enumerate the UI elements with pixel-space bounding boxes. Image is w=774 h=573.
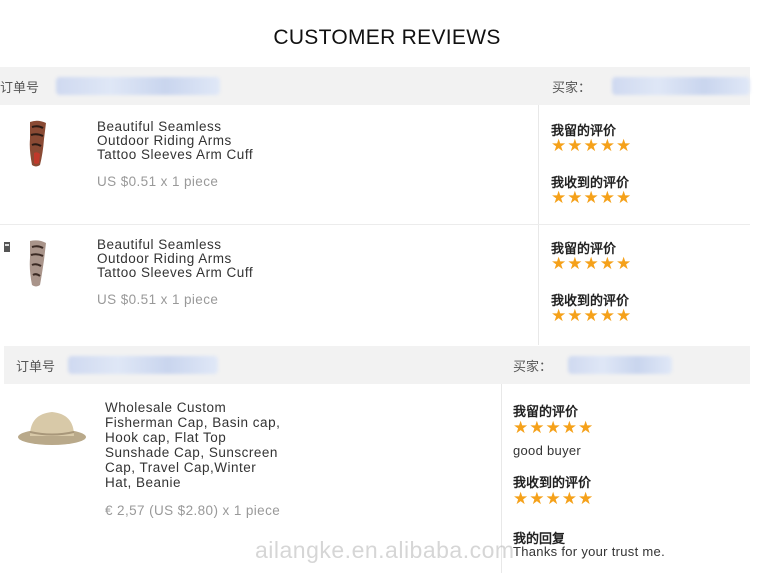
my-rating-stars: ★★★★★ bbox=[551, 136, 633, 155]
buyer-label: 买家： bbox=[552, 79, 592, 95]
order-number-label: 订单号 bbox=[16, 358, 56, 374]
order-number-redacted bbox=[68, 356, 218, 374]
bucket-hat-image[interactable] bbox=[16, 408, 88, 448]
watermark: ailangke.en.alibaba.com bbox=[255, 537, 515, 563]
order-header-2: 订单号 买家： bbox=[4, 346, 750, 384]
received-rating-stars: ★★★★★ bbox=[513, 489, 595, 508]
my-review-comment: good buyer bbox=[513, 443, 582, 458]
order-number-redacted bbox=[56, 77, 220, 95]
order-number-label: 订单号 bbox=[0, 79, 40, 95]
product-name[interactable]: Wholesale Custom Fisherman Cap, Basin ca… bbox=[105, 400, 280, 490]
buyer-name-redacted bbox=[612, 77, 750, 95]
reply-text: Thanks for your trust me. bbox=[513, 544, 665, 559]
tattoo-sleeve-image[interactable] bbox=[2, 238, 54, 290]
product-name[interactable]: Beautiful Seamless Outdoor Riding Arms T… bbox=[97, 120, 253, 162]
received-rating-stars: ★★★★★ bbox=[551, 306, 633, 325]
order-header-1: 订单号 买家： bbox=[0, 67, 750, 105]
received-rating-stars: ★★★★★ bbox=[551, 188, 633, 207]
tattoo-sleeve-image[interactable] bbox=[24, 119, 54, 169]
page-title: CUSTOMER REVIEWS bbox=[273, 26, 501, 49]
review-row: Beautiful Seamless Outdoor Riding Arms T… bbox=[0, 105, 750, 223]
product-price: US $0.51 x 1 piece bbox=[97, 174, 219, 189]
product-name[interactable]: Beautiful Seamless Outdoor Riding Arms T… bbox=[97, 238, 253, 280]
my-rating-stars: ★★★★★ bbox=[551, 254, 633, 273]
buyer-name-redacted bbox=[568, 356, 672, 374]
buyer-label: 买家： bbox=[513, 358, 553, 374]
product-price: € 2,57 (US $2.80) x 1 piece bbox=[105, 503, 281, 518]
my-rating-stars: ★★★★★ bbox=[513, 418, 595, 437]
product-price: US $0.51 x 1 piece bbox=[97, 292, 219, 307]
review-row: Beautiful Seamless Outdoor Riding Arms T… bbox=[0, 224, 750, 342]
